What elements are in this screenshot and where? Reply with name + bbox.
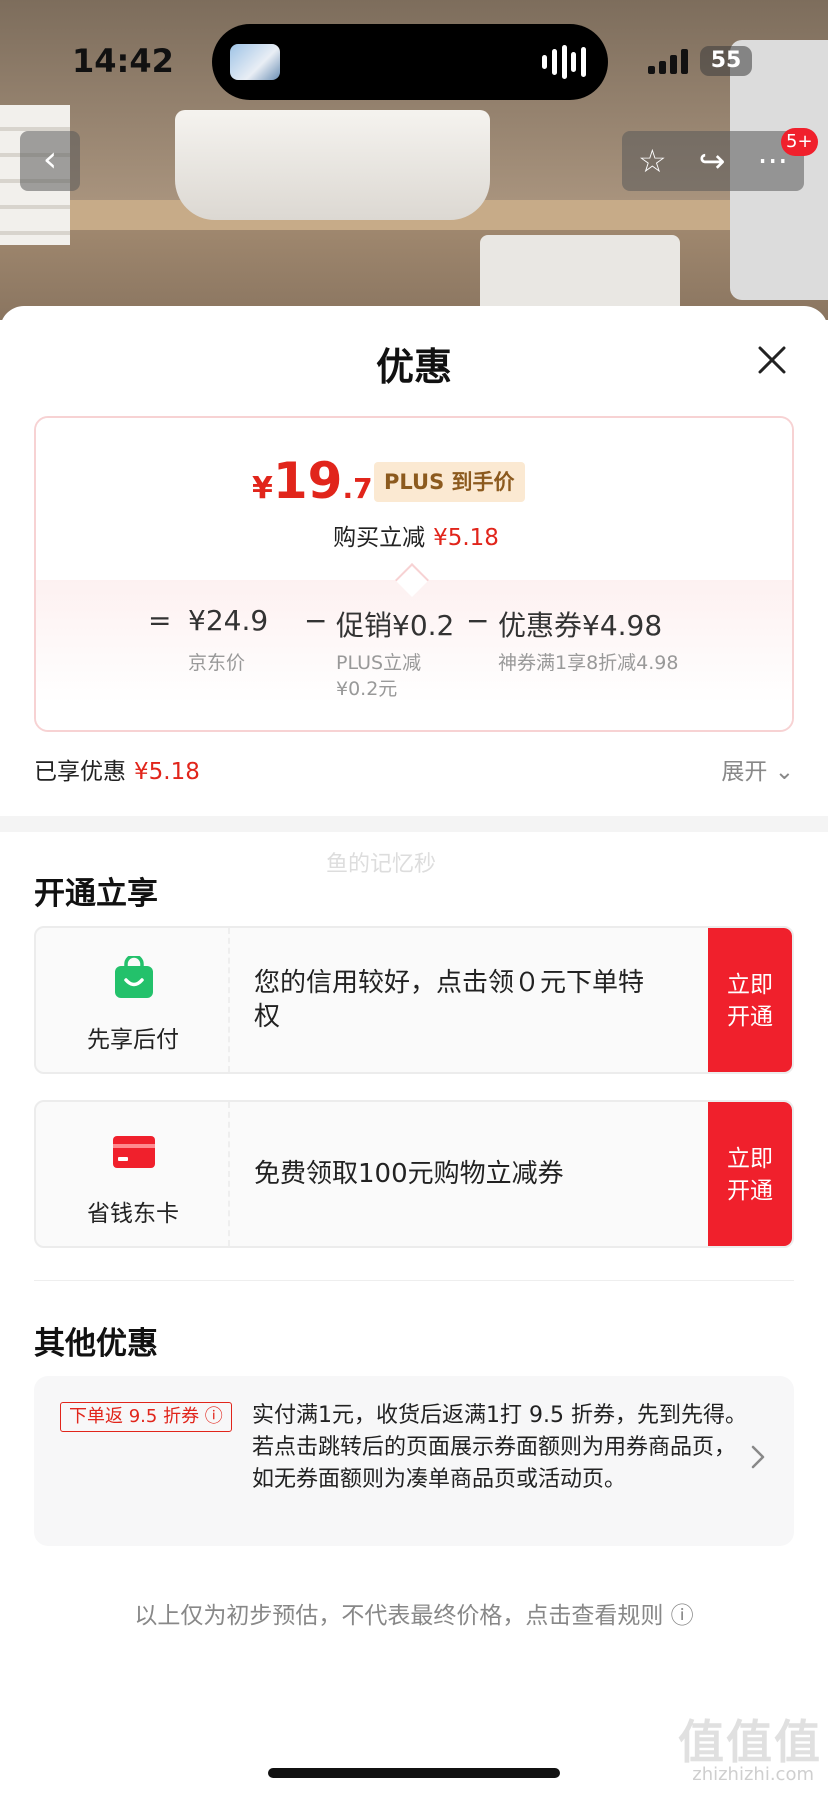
discount-sheet: 优惠 ¥19.72 PLUS 到手价 购买立减 ¥5.18 = ¥24.9 京东价… [0,306,828,1796]
audio-wave-icon [542,44,586,80]
open-now-button[interactable]: 立即开通 [708,928,792,1072]
star-icon[interactable]: ☆ [638,142,667,180]
shopping-bag-icon [115,956,153,998]
section-divider [0,816,828,832]
minus-sign: − [304,604,328,637]
rules-note[interactable]: 以上仅为初步预估，不代表最终价格，点击查看规则 ⓘ [0,1596,828,1630]
reduce-line: 购买立减 ¥5.18 [36,518,792,552]
minus-sign-2: − [466,604,490,637]
plus-price-tag: PLUS 到手价 [374,462,525,502]
card-icon [113,1136,155,1168]
rebate-text: 实付满1元，收货后返满1打 9.5 折券，先到先得。若点击跳转后的页面展示券面额… [252,1403,747,1492]
pay-later-desc: 您的信用较好，点击领０元下单特权 [254,968,645,1032]
pay-later-card[interactable]: 先享后付 您的信用较好，点击领０元下单特权 立即开通 [34,926,794,1074]
promo-amount: 促销¥0.2 [336,609,455,642]
open-section-title: 开通立享 [34,876,158,912]
photo-sink [175,110,490,220]
coupon-sub: 神券满1享8折减4.98 [498,652,679,674]
rebate-coupon-card[interactable]: 下单返 9.5 折券 ⓘ 实付满1元，收货后返满1打 9.5 折券，先到先得。若… [34,1376,794,1546]
expand-button[interactable]: 展开 ⌄ [721,752,794,786]
user-watermark: 鱼的记忆秒 [326,852,437,877]
media-thumbnail [230,44,280,80]
close-icon[interactable] [752,340,792,380]
promo-sub-2: ¥0.2元 [336,678,398,700]
pay-later-left: 先享后付 [36,928,230,1072]
rebate-tag[interactable]: 下单返 9.5 折券 ⓘ [60,1402,232,1432]
final-price: ¥19.72 [252,452,392,510]
pay-later-label: 先享后付 [87,1027,179,1053]
share-icon[interactable]: ↪ [699,142,726,180]
dynamic-island [212,24,608,100]
savings-label: 省钱东卡 [87,1201,179,1227]
site-logo: 值值值 [678,1715,822,1769]
signal-icon [648,48,690,74]
site-url: zhizhizhi.com [692,1764,814,1785]
action-group: ☆ ↪ ··· [622,131,804,191]
savings-card[interactable]: 省钱东卡 免费领取100元购物立减券 立即开通 [34,1100,794,1248]
jd-price-label: 京东价 [188,652,246,674]
price-card: ¥19.72 PLUS 到手价 购买立减 ¥5.18 = ¥24.9 京东价 − … [34,416,794,732]
more-badge: 5+ [781,128,818,156]
chevron-right-icon[interactable] [750,1444,766,1470]
enjoyed-value: ¥5.18 [134,759,200,785]
price-breakdown: = ¥24.9 京东价 − 促销¥0.2 PLUS立减 ¥0.2元 − 优惠券¥… [36,580,792,730]
home-indicator [268,1768,560,1778]
equals-sign: = [148,604,172,637]
reduce-label: 购买立减 [333,525,426,551]
enjoyed-discount: 已享优惠 ¥5.18 [34,752,200,786]
enjoyed-label: 已享优惠 [34,759,126,785]
savings-left: 省钱东卡 [36,1102,230,1246]
price-currency: ¥ [252,471,273,506]
price-top: ¥19.72 PLUS 到手价 购买立减 ¥5.18 [36,418,792,580]
coupon-amount: 优惠券¥4.98 [498,609,663,642]
savings-desc: 免费领取100元购物立减券 [254,1159,564,1189]
open-now-button-2[interactable]: 立即开通 [708,1102,792,1246]
reduce-value: ¥5.18 [433,525,499,551]
back-button[interactable]: ‹ [20,131,80,191]
battery-icon: 55 [700,46,752,76]
thin-divider [34,1280,794,1281]
price-integer: 19 [272,452,343,510]
status-time: 14:42 [72,42,174,80]
promo-sub-1: PLUS立减 [336,652,422,674]
jd-price: ¥24.9 [188,604,269,637]
other-section-title: 其他优惠 [34,1326,158,1362]
sheet-title: 优惠 [375,345,452,389]
